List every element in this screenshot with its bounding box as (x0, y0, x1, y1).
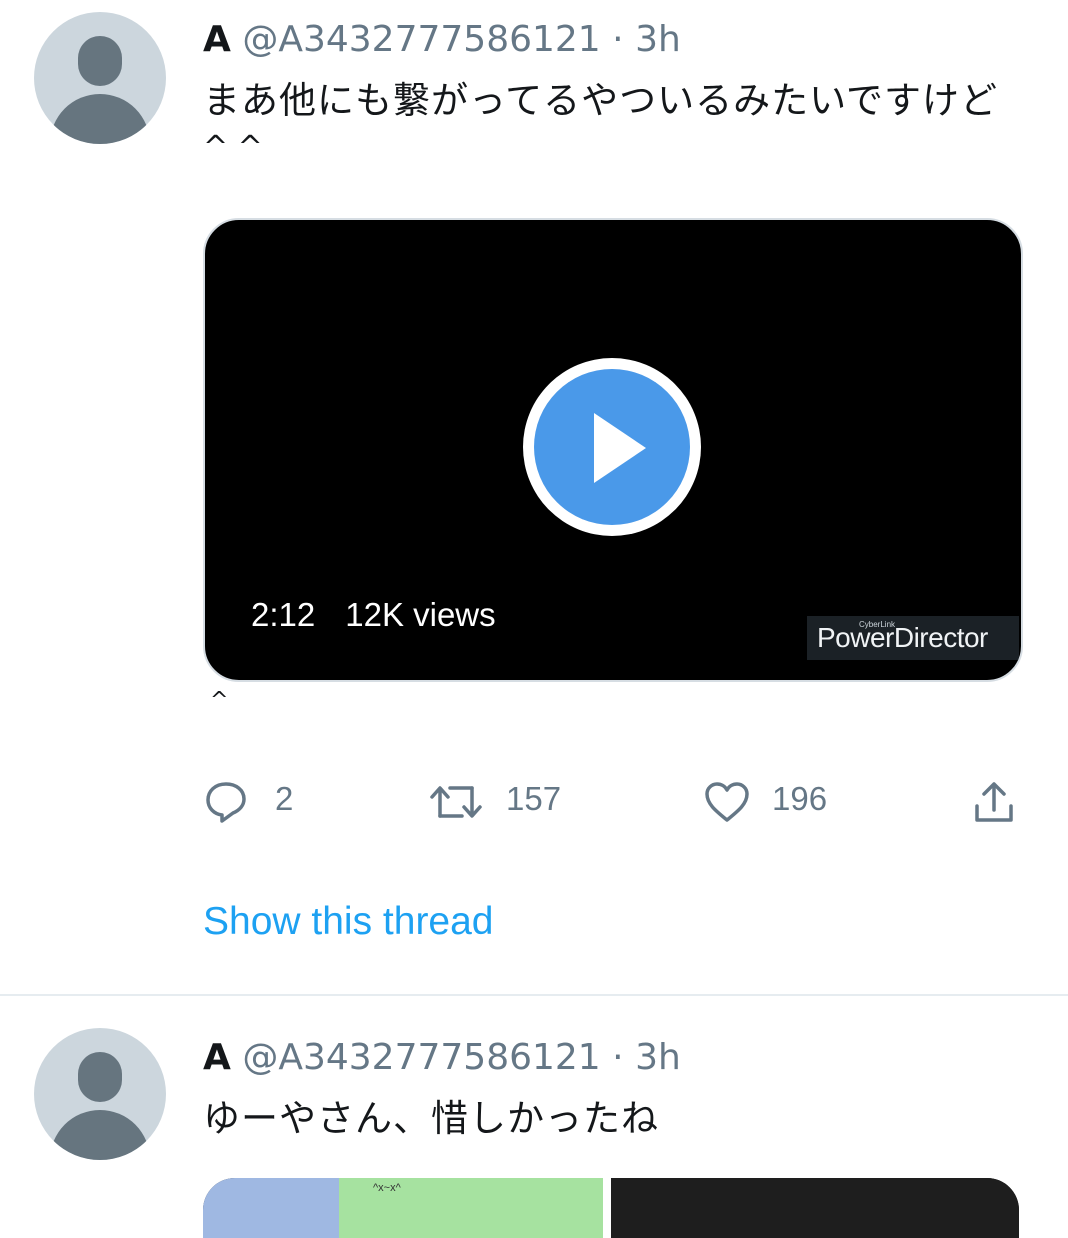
share-icon (975, 782, 1013, 822)
reply-button[interactable]: 2 (203, 776, 323, 826)
powerdirector-watermark: CyberLink PowerDirector (807, 616, 1019, 660)
play-button[interactable] (523, 358, 701, 536)
video-duration: 2:12 (251, 596, 316, 633)
tweet-text: ゆーやさん、惜しかったね (203, 1097, 659, 1140)
like-count: 196 (772, 780, 828, 817)
play-button-circle (534, 369, 690, 525)
retweet-count: 157 (506, 780, 562, 817)
timestamp[interactable]: 3h (635, 19, 681, 60)
reply-count: 2 (275, 780, 294, 817)
retweet-icon (430, 786, 482, 818)
avatar-head (78, 36, 122, 86)
video-views: 12K views (345, 596, 496, 633)
avatar-body (50, 1110, 150, 1160)
author-name[interactable]: A (203, 19, 231, 60)
tweet-text-overflow: ^ ^ (203, 128, 263, 146)
tweet-text: まあ他にも繋がってるやついるみたいですけど (203, 79, 999, 122)
like-icon (705, 782, 749, 822)
tweet-text-caret: ^ (210, 688, 229, 713)
play-icon (594, 413, 646, 483)
tweet[interactable]: A @A3432777586121 · 3h ゆーやさん、惜しかったね (0, 996, 1068, 1200)
avatar[interactable] (34, 12, 166, 144)
timestamp[interactable]: 3h (635, 1037, 681, 1078)
separator-dot: · (612, 19, 624, 60)
tweet[interactable]: A @A3432777586121 · 3h まあ他にも繋がってるやついるみたい… (0, 0, 1068, 995)
media-preview-image-middle: ^x~x^ (339, 1178, 603, 1238)
author-name[interactable]: A (203, 1037, 231, 1078)
retweet-button[interactable]: 157 (428, 776, 578, 826)
author-handle[interactable]: @A3432777586121 (242, 1037, 600, 1078)
media-preview-image-left (203, 1178, 339, 1238)
video-player[interactable]: 2:12 12K views CyberLink PowerDirector (203, 218, 1023, 682)
media-preview-text: ^x~x^ (373, 1182, 401, 1194)
video-meta: 2:12 12K views (251, 596, 496, 634)
tweet-header: A @A3432777586121 · 3h (203, 18, 681, 62)
separator-dot: · (612, 1037, 624, 1078)
media-preview-gap (603, 1178, 611, 1238)
avatar-head (78, 1052, 122, 1102)
show-thread-link[interactable]: Show this thread (203, 900, 494, 944)
author-handle[interactable]: @A3432777586121 (242, 19, 600, 60)
avatar[interactable] (34, 1028, 166, 1160)
media-preview[interactable]: ^x~x^ (203, 1178, 1019, 1238)
watermark-product: PowerDirector (817, 622, 988, 653)
share-button[interactable] (972, 776, 1022, 826)
media-preview-image-right (611, 1178, 1019, 1238)
avatar-body (50, 94, 150, 144)
reply-icon (206, 782, 246, 823)
like-button[interactable]: 196 (704, 776, 854, 826)
tweet-header: A @A3432777586121 · 3h (203, 1036, 681, 1080)
tweet-actions: 2 157 196 (0, 776, 1068, 826)
